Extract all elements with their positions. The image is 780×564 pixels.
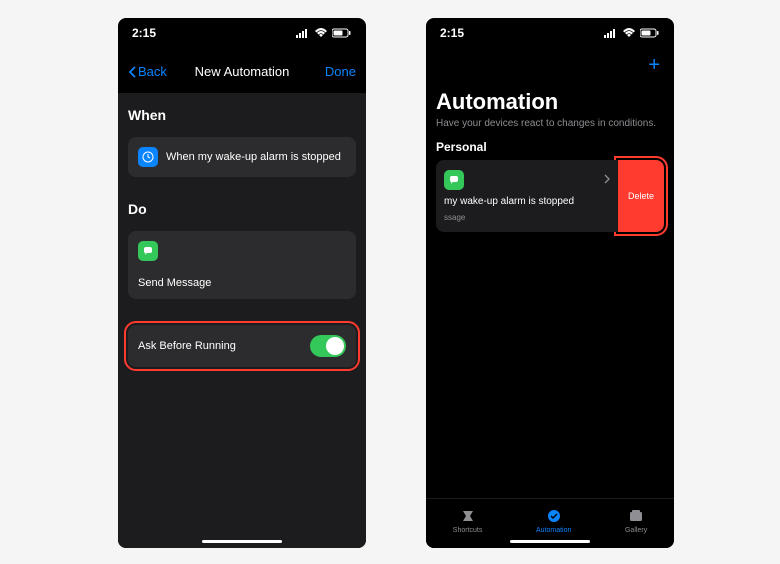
done-button[interactable]: Done (325, 64, 356, 79)
signal-icon (296, 28, 310, 38)
chevron-right-icon (604, 173, 610, 187)
header-actions: + (436, 44, 664, 83)
messages-icon (138, 241, 158, 261)
status-bar: 2:15 (118, 18, 366, 44)
status-icons (296, 28, 352, 38)
home-indicator (510, 540, 590, 543)
content-area: When When my wake-up alarm is stopped Do… (118, 93, 366, 548)
ask-before-running-row[interactable]: Ask Before Running (128, 325, 356, 367)
do-header: Do (128, 201, 356, 217)
clock-icon (138, 147, 158, 167)
tab-gallery[interactable]: Gallery (625, 507, 647, 534)
wifi-icon (622, 28, 636, 38)
home-indicator (202, 540, 282, 543)
when-trigger-card[interactable]: When my wake-up alarm is stopped (128, 137, 356, 177)
status-icons (604, 28, 660, 38)
delete-button[interactable]: Delete (618, 160, 664, 232)
status-bar: 2:15 (426, 18, 674, 44)
page-title: Automation (436, 89, 664, 115)
signal-icon (604, 28, 618, 38)
add-button[interactable]: + (648, 54, 660, 77)
automation-subtitle: ssage (444, 213, 610, 222)
tab-automation[interactable]: Automation (536, 507, 571, 534)
automation-title: my wake-up alarm is stopped (444, 196, 610, 207)
ask-before-running-toggle[interactable] (310, 335, 346, 357)
content-area: + Automation Have your devices react to … (426, 44, 674, 498)
automation-icon (545, 507, 563, 525)
do-action-card[interactable]: Send Message (128, 231, 356, 299)
messages-icon (444, 170, 464, 190)
when-header: When (128, 107, 356, 123)
tab-shortcuts-label: Shortcuts (453, 527, 483, 534)
do-action-text: Send Message (138, 277, 211, 289)
back-button[interactable]: Back (128, 64, 167, 79)
page-subtitle: Have your devices react to changes in co… (436, 117, 664, 130)
battery-icon (640, 28, 660, 38)
nav-bar: Back New Automation Done (118, 44, 366, 93)
phone-right-automation-list: 2:15 + Automation Have your devices reac… (426, 18, 674, 548)
tab-gallery-label: Gallery (625, 527, 647, 534)
status-time: 2:15 (132, 26, 156, 40)
phone-left-new-automation: 2:15 Back New Automation Done When When … (118, 18, 366, 548)
chevron-left-icon (128, 66, 136, 78)
automation-card[interactable]: my wake-up alarm is stopped ssage (436, 160, 618, 232)
back-label: Back (138, 64, 167, 79)
ask-before-running-label: Ask Before Running (138, 340, 236, 352)
when-trigger-text: When my wake-up alarm is stopped (166, 151, 341, 163)
wifi-icon (314, 28, 328, 38)
automation-row: my wake-up alarm is stopped ssage Delete (436, 160, 664, 232)
personal-header: Personal (436, 140, 664, 154)
tab-shortcuts[interactable]: Shortcuts (453, 507, 483, 534)
status-time: 2:15 (440, 26, 464, 40)
nav-title: New Automation (195, 64, 290, 79)
battery-icon (332, 28, 352, 38)
tab-automation-label: Automation (536, 527, 571, 534)
gallery-icon (627, 507, 645, 525)
delete-label: Delete (628, 191, 654, 201)
shortcuts-icon (459, 507, 477, 525)
